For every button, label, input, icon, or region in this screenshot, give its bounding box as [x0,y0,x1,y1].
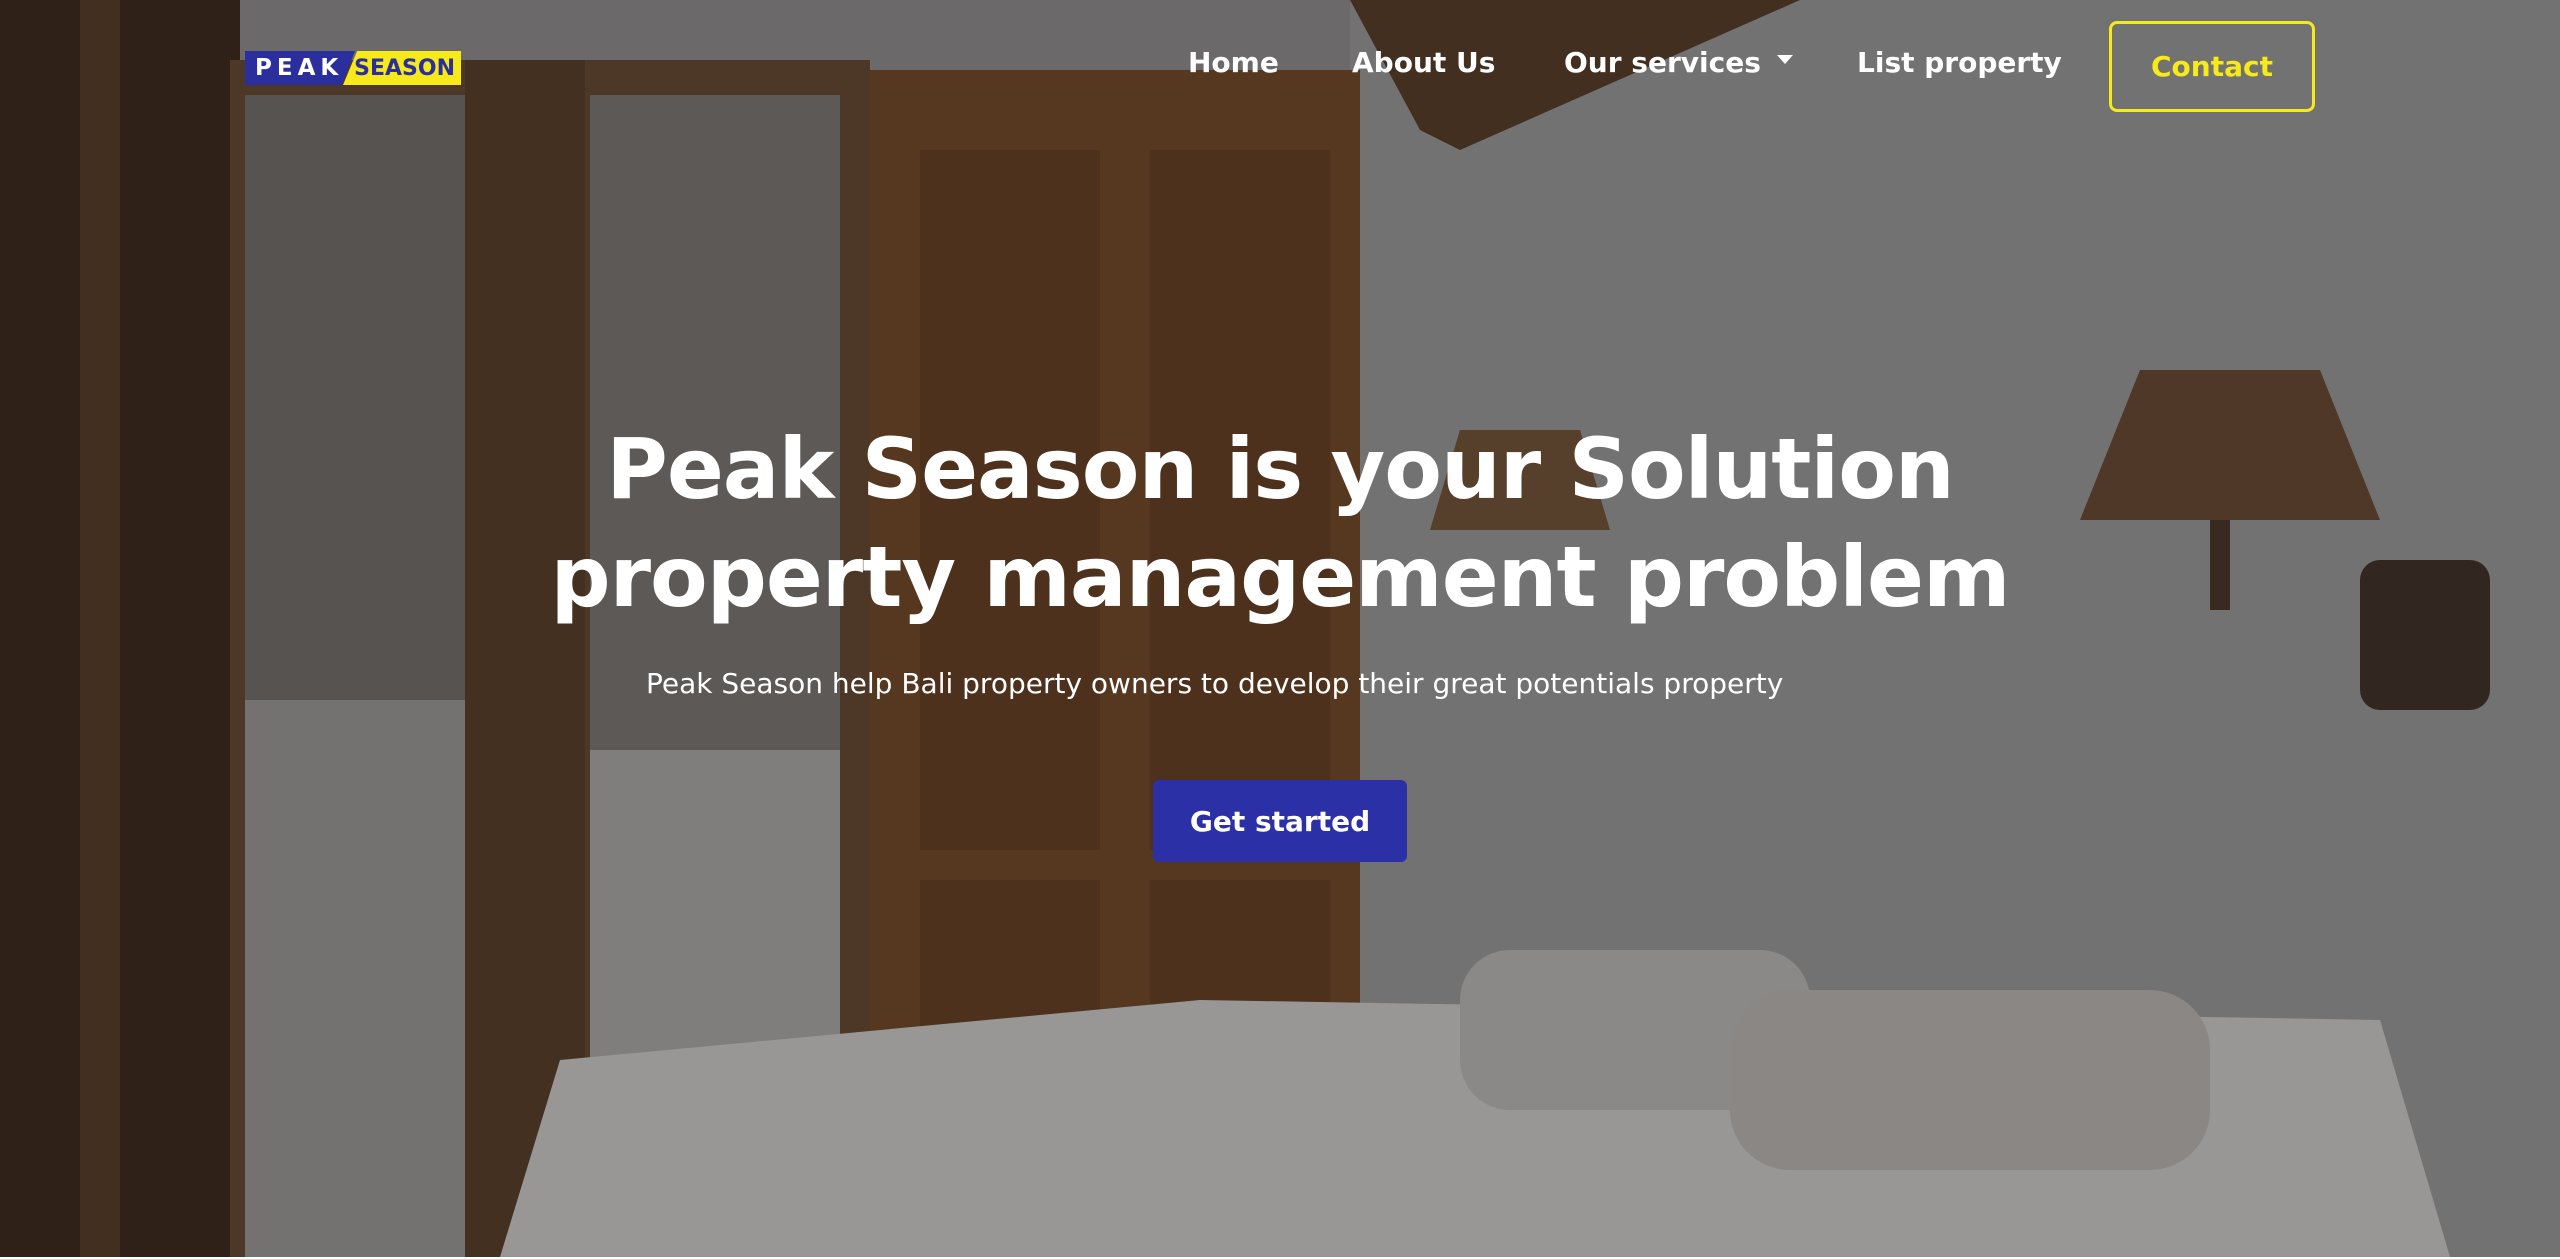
brand-logo[interactable]: PEAK SEASON [245,51,461,85]
nav-services-dropdown[interactable]: Our services [1564,42,1793,82]
logo-peak-text: PEAK [245,51,355,85]
chevron-down-icon [1776,54,1793,64]
hero-title-line2: property management problem [550,528,2010,626]
contact-button[interactable]: Contact [2109,21,2315,112]
nav-list-property-link[interactable]: List property [1857,42,2062,82]
hero-subtitle: Peak Season help Bali property owners to… [646,667,1784,700]
logo-season-text: SEASON [343,51,461,85]
nav-home-link[interactable]: Home [1188,42,1279,82]
get-started-button[interactable]: Get started [1153,780,1407,862]
hero-title: Peak Season is your Solution property ma… [480,415,2080,631]
nav-services-label: Our services [1564,45,1761,79]
nav-about-link[interactable]: About Us [1352,42,1495,82]
hero-title-line1: Peak Season is your Solution [606,420,1954,518]
hero-section: PEAK SEASON Home About Us Our services L… [0,0,2560,1257]
